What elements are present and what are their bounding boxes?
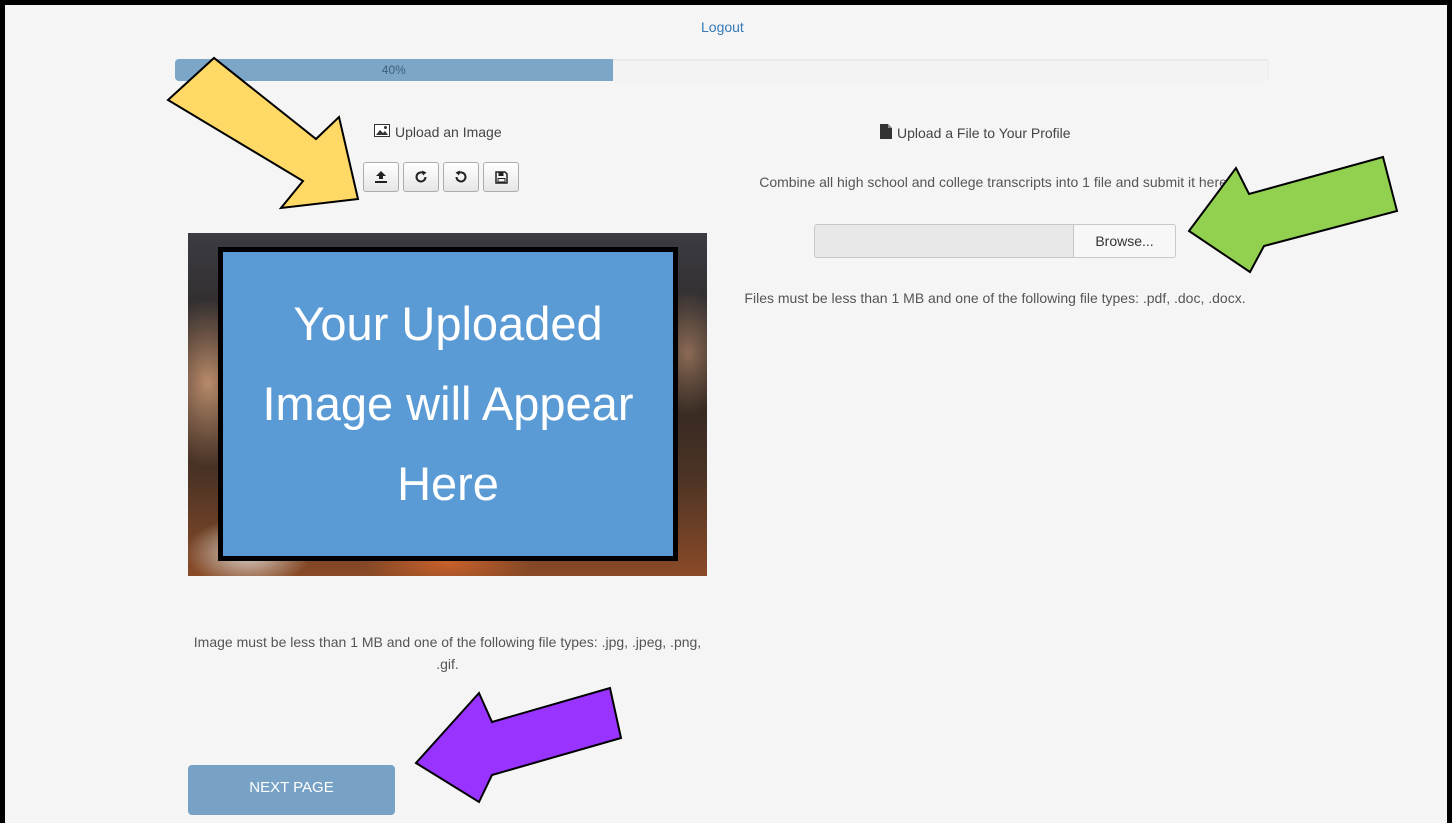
rotate-counterclockwise-button[interactable] bbox=[443, 162, 479, 192]
page-frame: Logout 40% Upload an Image Your Uploaded… bbox=[0, 0, 1452, 823]
save-icon bbox=[494, 170, 508, 184]
progress-fill: 40% bbox=[175, 59, 613, 81]
file-section-title: Upload a File to Your Profile bbox=[880, 124, 1071, 142]
save-button[interactable] bbox=[483, 162, 519, 192]
image-placeholder: Your Uploaded Image will Appear Here bbox=[218, 247, 678, 561]
image-preview: Your Uploaded Image will Appear Here bbox=[188, 233, 707, 576]
image-help-text: Image must be less than 1 MB and one of … bbox=[193, 634, 702, 672]
browse-button[interactable]: Browse... bbox=[1073, 225, 1175, 257]
rotate-right-icon bbox=[414, 170, 428, 184]
rotate-left-icon bbox=[454, 170, 468, 184]
image-icon bbox=[374, 124, 390, 140]
upload-icon bbox=[374, 170, 388, 184]
rotate-clockwise-button[interactable] bbox=[403, 162, 439, 192]
file-section-title-label: Upload a File to Your Profile bbox=[897, 125, 1071, 141]
upload-button[interactable] bbox=[363, 162, 399, 192]
image-toolbar bbox=[363, 162, 519, 192]
image-section-title: Upload an Image bbox=[374, 124, 502, 140]
next-page-button[interactable]: NEXT PAGE bbox=[188, 765, 395, 815]
file-input-value[interactable] bbox=[815, 225, 1073, 257]
purple-arrow bbox=[414, 686, 623, 804]
progress-bar: 40% bbox=[175, 59, 1269, 81]
image-section-title-label: Upload an Image bbox=[395, 124, 502, 140]
logout-link[interactable]: Logout bbox=[701, 19, 744, 35]
file-icon bbox=[880, 124, 892, 142]
file-input[interactable]: Browse... bbox=[814, 224, 1176, 258]
file-instruction-text: Combine all high school and college tran… bbox=[759, 174, 1231, 190]
file-help-text: Files must be less than 1 MB and one of … bbox=[744, 290, 1246, 306]
